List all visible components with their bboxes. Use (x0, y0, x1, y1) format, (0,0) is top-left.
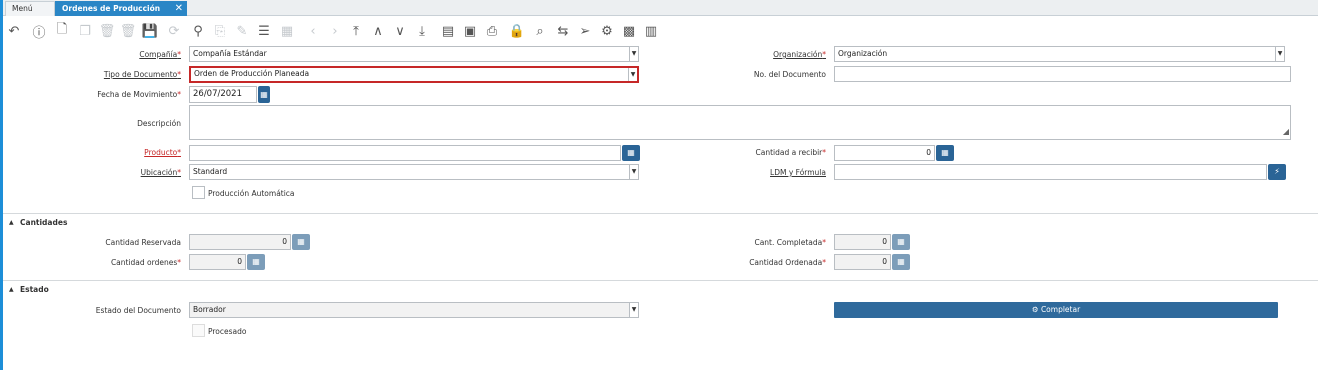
ldm-formula-field[interactable] (834, 164, 1267, 180)
cantidad-ordenada-field: 0 (834, 254, 891, 270)
lock-icon[interactable]: 🔒 (508, 22, 526, 40)
fecha-movimiento-label: Fecha de Movimiento* (97, 90, 181, 99)
ldm-search-icon[interactable]: ⚡ (1268, 164, 1286, 180)
calculator-icon[interactable]: ▦ (292, 234, 310, 250)
find-icon[interactable]: ⚲ (189, 22, 207, 40)
calendar-icon[interactable]: ▦ (258, 86, 270, 103)
window-tabbar: Menú (35) Ordenes de Producción Plane...… (3, 0, 1318, 27)
calculator-icon[interactable]: ▦ (247, 254, 265, 270)
cantidad-ordenes-field: 0 (189, 254, 246, 270)
next-record-icon[interactable]: › (326, 22, 344, 40)
cant-completada-label: Cant. Completada* (754, 238, 826, 247)
ubicacion-label: Ubicación* (140, 168, 181, 177)
section-divider (3, 280, 1318, 281)
help-icon[interactable]: ⓘ (30, 22, 48, 41)
fecha-movimiento-field[interactable]: 26/07/2021 (189, 86, 257, 103)
calculator-icon[interactable]: ▦ (936, 145, 954, 161)
refresh-icon[interactable]: ⟳ (165, 22, 183, 40)
detail-icon[interactable]: ▦ (278, 22, 296, 40)
gear-icon: ⚙ (1031, 305, 1041, 314)
chevron-down-icon[interactable]: ▼ (629, 165, 638, 179)
copy-icon[interactable]: ❐ (76, 22, 94, 40)
grid-toggle-icon[interactable]: ☰ (255, 22, 273, 40)
chevron-down-icon[interactable]: ▼ (629, 47, 638, 61)
first-record-icon[interactable]: ⤒ (347, 22, 365, 40)
section-divider (3, 213, 1318, 214)
report-icon[interactable]: ▤ (439, 22, 457, 40)
no-documento-field[interactable] (834, 66, 1291, 82)
tipo-documento-label: Tipo de Documento* (103, 70, 181, 79)
previous-record-icon[interactable]: ‹ (304, 22, 322, 40)
organizacion-field[interactable]: Organización ▼ (834, 46, 1285, 62)
procesado-checkbox (192, 324, 205, 337)
cantidades-section-title[interactable]: Cantidades (20, 218, 67, 227)
cantidad-ordenada-label: Cantidad Ordenada* (749, 258, 826, 267)
producto-search-icon[interactable]: ▦ (622, 145, 640, 161)
chevron-down-icon: ▼ (629, 303, 638, 317)
completar-button[interactable]: ⚙ Completar (834, 302, 1278, 318)
producto-field[interactable] (189, 145, 621, 161)
collapse-icon[interactable]: ▲ (9, 219, 14, 226)
process-icon[interactable]: ⚙ (598, 22, 616, 40)
no-documento-label: No. del Documento (753, 70, 826, 79)
calculator-icon[interactable]: ▦ (892, 234, 910, 250)
tab-ordenes-produccion[interactable]: Ordenes de Producción Plane...✕ (55, 1, 187, 27)
attachment-icon[interactable]: ⎘ (211, 22, 229, 40)
produccion-automatica-label: Producción Automática (208, 189, 295, 198)
close-icon[interactable]: ✕ (175, 2, 183, 16)
cantidad-reservada-label: Cantidad Reservada (105, 238, 181, 247)
product-info-icon[interactable]: ▩ (620, 22, 638, 40)
organizacion-label: Organización* (773, 50, 826, 59)
undo-icon[interactable]: ↶ (5, 22, 23, 40)
left-accent-bar (0, 0, 3, 370)
cant-completada-field: 0 (834, 234, 891, 250)
chevron-down-icon[interactable]: ▼ (1275, 47, 1284, 61)
estado-documento-field: Borrador ▼ (189, 302, 639, 318)
ubicacion-field[interactable]: Standard ▼ (189, 164, 639, 180)
save-icon[interactable]: 💾 (141, 22, 159, 40)
next-icon[interactable]: ∨ (391, 22, 409, 40)
collapse-icon[interactable]: ▲ (9, 286, 14, 293)
previous-icon[interactable]: ∧ (369, 22, 387, 40)
descripcion-label: Descripción (137, 119, 181, 128)
estado-documento-label: Estado del Documento (95, 306, 181, 315)
last-icon[interactable]: ⤓ (413, 22, 431, 40)
tab-menu[interactable]: Menú (35) (5, 1, 55, 27)
zoom-across-icon[interactable]: ⌕ (531, 22, 549, 40)
new-icon[interactable]: 🗋 (53, 22, 71, 40)
produccion-automatica-checkbox[interactable] (192, 186, 205, 199)
delete-selection-icon[interactable]: 🗑 (119, 22, 137, 40)
cantidad-recibir-field[interactable]: 0 (834, 145, 935, 161)
toolbar: ↶ ⓘ 🗋 ❐ 🗑 🗑 💾 ⟳ ⚲ ⎘ ✎ ☰ ▦ ‹ › ⤒ ∧ ∨ ⤓ ▤ … (3, 17, 1318, 45)
cantidad-recibir-label: Cantidad a recibir* (755, 148, 826, 157)
archive-icon[interactable]: ▣ (461, 22, 479, 40)
workflow-icon[interactable]: ⇆ (554, 22, 572, 40)
procesado-label: Procesado (208, 327, 247, 336)
compania-field[interactable]: Compañía Estándar ▼ (189, 46, 639, 62)
cantidad-ordenes-label: Cantidad ordenes* (110, 258, 181, 267)
cantidad-reservada-field: 0 (189, 234, 291, 250)
tipo-documento-field[interactable]: Orden de Producción Planeada ▼ (189, 66, 639, 83)
chevron-down-icon[interactable]: ▼ (628, 68, 637, 81)
post-icon[interactable]: ▥ (642, 22, 660, 40)
producto-label: Producto* (144, 148, 181, 157)
estado-section-title[interactable]: Estado (20, 285, 49, 294)
delete-icon[interactable]: 🗑 (98, 22, 116, 40)
resize-handle-icon[interactable]: ◢ (1283, 125, 1289, 139)
calculator-icon[interactable]: ▦ (892, 254, 910, 270)
descripcion-field[interactable]: ◢ (189, 105, 1291, 140)
send-icon[interactable]: ➢ (576, 22, 594, 40)
compania-label: Compañía* (139, 50, 181, 59)
print-icon[interactable]: ⎙ (483, 22, 501, 40)
ldm-formula-label: LDM y Fórmula (770, 168, 826, 177)
chat-icon[interactable]: ✎ (233, 22, 251, 40)
